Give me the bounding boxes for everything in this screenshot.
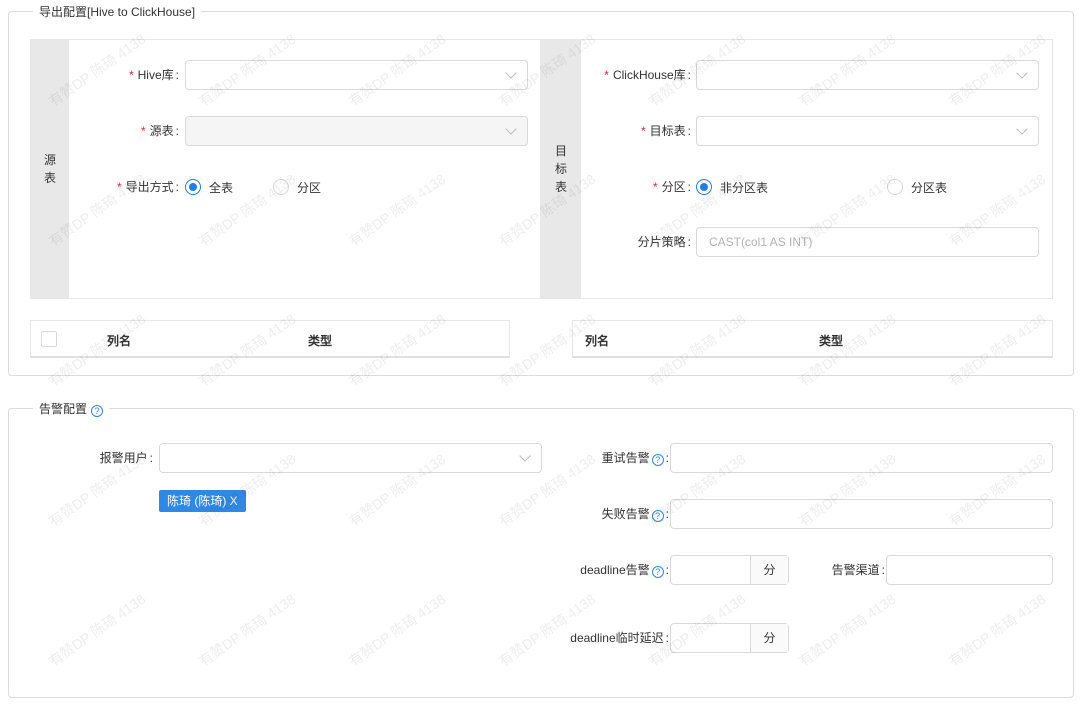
export-config-legend: 导出配置[Hive to ClickHouse] [33,4,202,20]
target-table-label: * 目标表: [640,124,691,138]
chevron-down-icon [505,67,517,79]
source-panel: 源 表 * Hive库: * 源表: * 导出方式: 全表 分区 [30,39,542,299]
radio-dot [887,179,903,195]
source-columns-table-header: 列名 类型 [30,320,510,358]
source-table-select[interactable] [185,116,528,146]
target-table-select[interactable] [696,116,1039,146]
hive-db-label: * Hive库: [128,68,179,82]
source-side-label: 源 表 [31,40,69,298]
export-mode-label: * 导出方式: [116,180,179,194]
source-table-label: * 源表: [140,124,179,138]
question-circle-icon[interactable]: ? [91,405,104,417]
deadline-alert-label: deadline告警?: [580,563,669,578]
alert-config-section: 告警配置? 报警用户: 陈琦 (陈琦) X 重试告警?: 失败告警?: dead… [8,401,1074,698]
ck-db-select[interactable] [696,60,1039,90]
radio-partition-table[interactable]: 分区表 [887,172,947,202]
deadline-delay-label: deadline临时延迟: [570,631,669,645]
radio-full-table[interactable]: 全表 [185,172,233,202]
shard-strategy-input[interactable]: CAST(col1 AS INT) [696,227,1039,257]
deadline-alert-input[interactable]: 分 [670,555,789,585]
selected-user-tag[interactable]: 陈琦 (陈琦) X [159,490,246,512]
column-type-header: 类型 [308,334,333,348]
column-name-header: 列名 [585,334,610,348]
alert-users-label: 报警用户: [99,451,153,465]
chevron-down-icon [519,450,531,462]
radio-dot [696,179,712,195]
deadline-delay-input[interactable]: 分 [670,623,789,653]
target-columns-table-header: 列名 类型 [572,320,1053,358]
question-circle-icon[interactable]: ? [651,510,664,522]
minute-unit-suffix: 分 [750,556,788,584]
target-side-label: 目 标 表 [541,40,581,298]
chevron-down-icon [1016,123,1028,135]
radio-dot [185,179,201,195]
export-config-section: 导出配置[Hive to ClickHouse] 源 表 * Hive库: * 源表… [8,4,1074,376]
column-type-header: 类型 [819,334,844,348]
partition-label: * 分区: [652,180,691,194]
chevron-down-icon [1016,67,1028,79]
retry-alert-input[interactable] [670,443,1053,473]
question-circle-icon[interactable]: ? [651,566,664,578]
alert-channel-input[interactable] [886,555,1053,585]
target-panel: 目 标 表 * ClickHouse库: * 目标表: * 分区: 非分区表 分区表 [540,39,1053,299]
select-all-checkbox[interactable] [41,331,57,347]
alert-users-select[interactable] [159,443,542,473]
minute-unit-suffix: 分 [750,624,788,652]
alert-channel-label: 告警渠道: [831,563,885,577]
failure-alert-input[interactable] [670,499,1053,529]
retry-alert-label: 重试告警?: [601,451,669,466]
failure-alert-label: 失败告警?: [601,507,669,522]
shard-strategy-label: 分片策略: [637,235,691,249]
alert-config-legend: 告警配置? [33,401,110,417]
radio-dot [273,179,289,195]
column-name-header: 列名 [107,334,132,348]
hive-db-select[interactable] [185,60,528,90]
question-circle-icon[interactable]: ? [651,454,664,466]
ck-db-label: * ClickHouse库: [604,68,691,82]
radio-partition[interactable]: 分区 [273,172,321,202]
radio-non-partition-table[interactable]: 非分区表 [696,172,768,202]
chevron-down-icon [505,123,517,135]
